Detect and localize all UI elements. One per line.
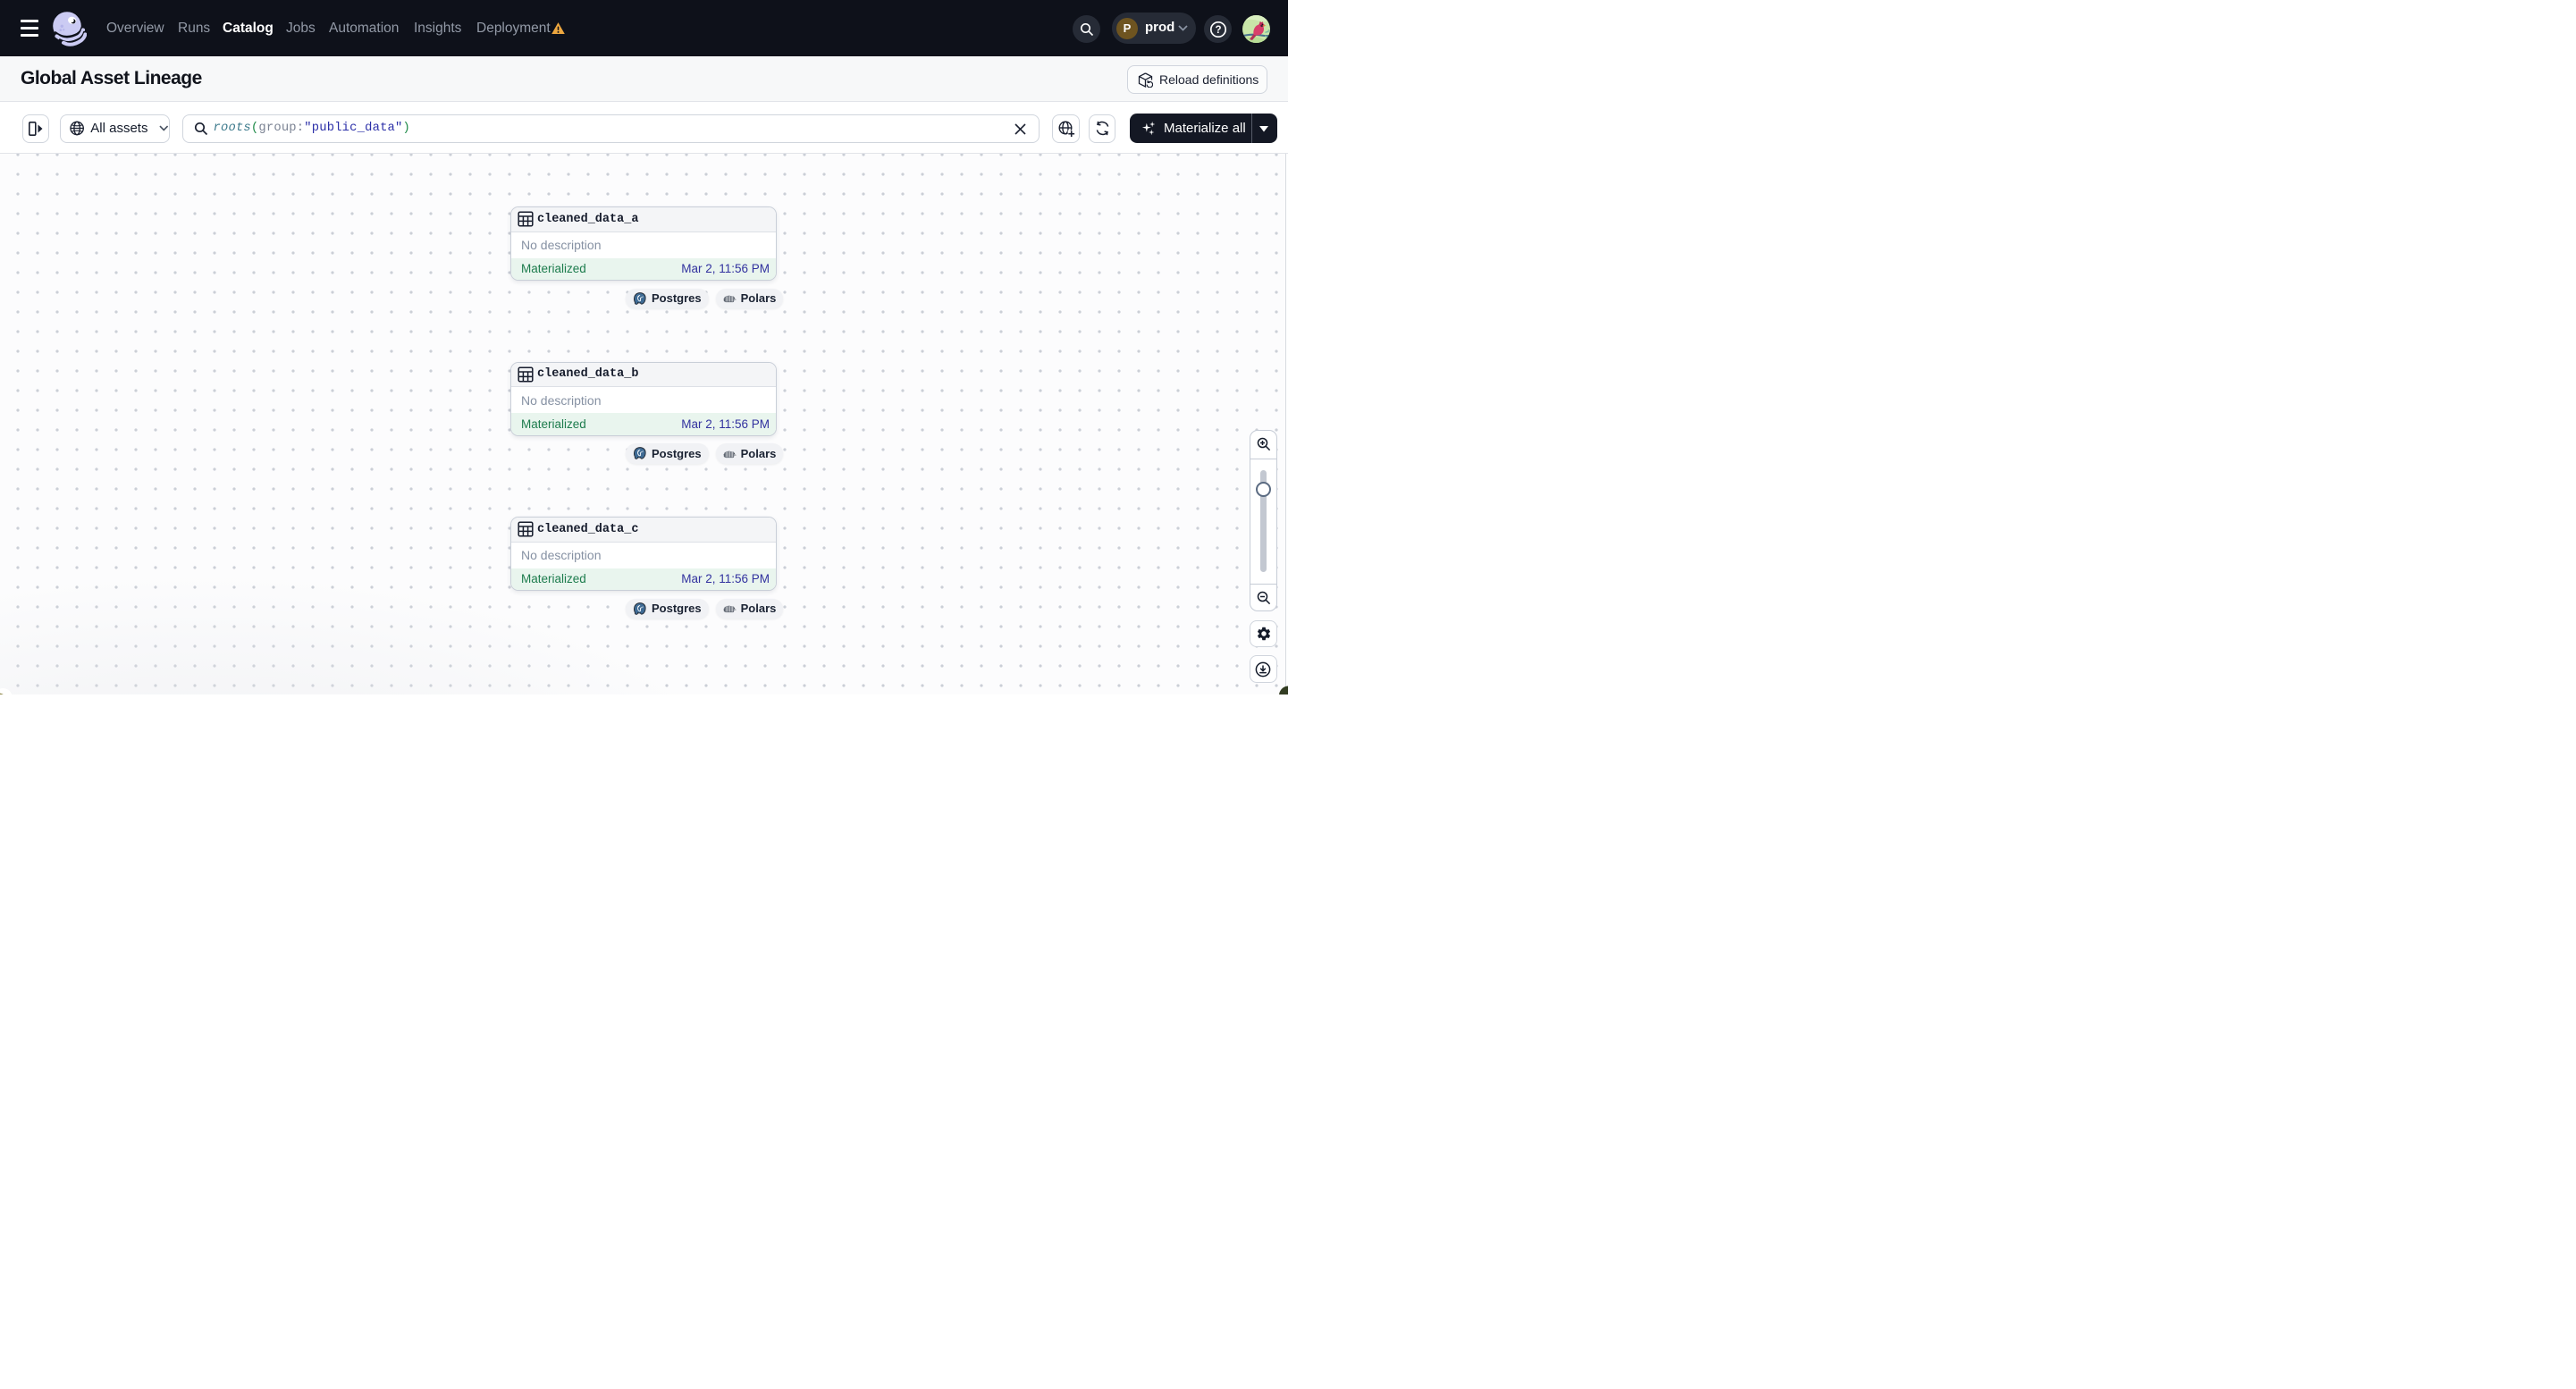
svg-text:?: ? xyxy=(1215,25,1221,36)
